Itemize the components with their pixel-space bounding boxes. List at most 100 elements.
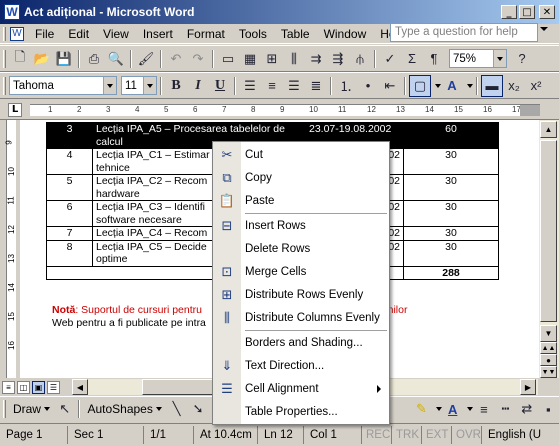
scroll-right-icon[interactable]: ▶ (520, 379, 536, 395)
save-icon[interactable]: 💾 (53, 48, 75, 70)
menu-window[interactable]: Window (317, 27, 374, 41)
select-browse-object-icon[interactable]: ● (540, 354, 557, 366)
insert-rows-icon[interactable]: ⊞ (261, 48, 283, 70)
toolbar-grip[interactable] (3, 49, 6, 68)
new-document-icon[interactable]: 🗋 (9, 48, 31, 70)
cell-total-value[interactable]: 288 (403, 265, 499, 280)
superscript-icon[interactable]: x² (525, 75, 547, 97)
font-size-select[interactable]: 11 (121, 76, 157, 95)
menu-item-cell-alignment[interactable]: ☰ Cell Alignment (213, 378, 389, 400)
format-painter-icon[interactable]: 🖌 (135, 48, 157, 70)
status-ovr[interactable]: OVR (452, 426, 482, 444)
next-page-icon[interactable]: ▼▼ (540, 366, 557, 378)
menu-file[interactable]: File (28, 27, 61, 41)
menu-item-insert-rows[interactable]: ⊟ Insert Rows (213, 215, 389, 237)
menu-grip[interactable] (3, 26, 6, 41)
menu-item-distribute-columns[interactable]: ⫼ Distribute Columns Evenly (213, 307, 389, 329)
arrow-icon[interactable]: ➘ (187, 398, 208, 420)
cell-hours[interactable]: 30 (403, 239, 499, 267)
italic-button[interactable]: I (187, 75, 209, 97)
help-dropdown-icon[interactable] (540, 27, 548, 31)
print-preview-icon[interactable]: 🔍 (105, 48, 127, 70)
select-objects-icon[interactable]: ↖ (54, 398, 75, 420)
font-dropdown-icon[interactable] (103, 77, 116, 94)
subscript-icon[interactable]: x₂ (503, 75, 525, 97)
font-color-draw-icon[interactable]: A (442, 398, 463, 420)
zoom-select[interactable]: 75% (449, 49, 507, 68)
justify-icon[interactable]: ≣ (305, 75, 327, 97)
decrease-indent-icon[interactable]: ⇤ (379, 75, 401, 97)
help-icon[interactable]: ? (511, 48, 533, 70)
maximize-button[interactable]: □ (519, 5, 535, 19)
cell-hours[interactable]: 60 (403, 122, 499, 149)
cell-hours[interactable]: 30 (403, 226, 499, 241)
underline-button[interactable]: U (209, 75, 231, 97)
tab-selector-icon[interactable]: L (8, 103, 22, 117)
bullets-icon[interactable]: • (357, 75, 379, 97)
print-layout-icon[interactable]: ▣ (32, 380, 45, 394)
cell-number[interactable]: 6 (46, 200, 93, 227)
print-icon[interactable]: ⎙ (83, 48, 105, 70)
undo-icon[interactable]: ↶ (165, 48, 187, 70)
vertical-scroll-thumb[interactable] (540, 140, 557, 322)
menu-item-table-properties[interactable]: Table Properties... (213, 401, 389, 423)
help-question-box[interactable]: Type a question for help (390, 23, 538, 42)
columns-icon[interactable]: ⫼ (283, 48, 305, 70)
menu-item-merge-cells[interactable]: ⊡ Merge Cells (213, 261, 389, 283)
split-cells-icon[interactable]: ⫛ (349, 48, 371, 70)
menu-item-copy[interactable]: ⧉ Copy (213, 167, 389, 189)
drawing-icon[interactable]: ⇉ (305, 48, 327, 70)
draw-menu-button[interactable]: Draw (9, 402, 54, 416)
line-icon[interactable]: ╲ (166, 398, 187, 420)
line-color-dropdown-icon[interactable] (432, 398, 442, 420)
cell-number[interactable]: 5 (46, 174, 93, 201)
normal-view-icon[interactable]: ≡ (2, 380, 15, 394)
align-left-icon[interactable]: ☰ (239, 75, 261, 97)
cell-hours[interactable]: 30 (403, 200, 499, 227)
word-app-icon[interactable]: W (4, 4, 20, 20)
align-right-icon[interactable]: ☰ (283, 75, 305, 97)
outline-view-icon[interactable]: ☰ (47, 380, 60, 394)
line-style-draw-icon[interactable]: ≡ (473, 398, 494, 420)
arrow-style-icon[interactable]: ⇄ (516, 398, 537, 420)
cell-number[interactable]: 3 (46, 122, 93, 149)
bold-button[interactable]: B (165, 75, 187, 97)
zoom-dropdown-icon[interactable] (493, 50, 506, 67)
document-icon[interactable]: W (10, 26, 24, 41)
menu-format[interactable]: Format (180, 27, 232, 41)
font-color-dropdown-icon[interactable] (463, 75, 473, 97)
scroll-down-icon[interactable]: ▼ (540, 325, 557, 342)
tables-borders-icon[interactable]: ▭ (217, 48, 239, 70)
scroll-left-icon[interactable]: ◀ (72, 379, 88, 395)
menu-item-text-direction[interactable]: ⇓ Text Direction... (213, 355, 389, 377)
menu-item-cut[interactable]: ✂ Cut (213, 144, 389, 166)
redo-icon[interactable]: ↷ (187, 48, 209, 70)
show-hide-icon[interactable]: ¶ (423, 48, 445, 70)
menu-item-borders-shading[interactable]: Borders and Shading... (213, 332, 389, 354)
menu-item-delete-rows[interactable]: Delete Rows (213, 238, 389, 260)
status-rec[interactable]: REC (362, 426, 392, 444)
dash-style-icon[interactable]: ┅ (495, 398, 516, 420)
align-center-icon[interactable]: ≡ (261, 75, 283, 97)
border-icon[interactable]: ▢ (409, 74, 431, 97)
font-size-dropdown-icon[interactable] (143, 77, 156, 94)
font-color-draw-dropdown-icon[interactable] (463, 398, 473, 420)
menu-view[interactable]: View (96, 27, 136, 41)
spelling-icon[interactable]: ✓ (379, 48, 401, 70)
cell-number[interactable]: 7 (46, 226, 93, 241)
menu-item-distribute-rows[interactable]: ⊞ Distribute Rows Evenly (213, 284, 389, 306)
insert-table-icon[interactable]: ▦ (239, 48, 261, 70)
ruler-scale[interactable]: 1 2 3 4 5 6 7 8 9 10 11 12 13 14 15 16 17 (30, 104, 540, 116)
menu-edit[interactable]: Edit (61, 27, 96, 41)
toolbar-grip[interactable] (3, 76, 6, 95)
scroll-up-icon[interactable]: ▲ (540, 121, 557, 138)
border-dropdown-icon[interactable] (431, 75, 441, 97)
numbering-icon[interactable]: ⒈ (335, 75, 357, 97)
status-trk[interactable]: TRK (392, 426, 422, 444)
shadow-icon[interactable]: ▪ (538, 398, 559, 420)
cell-hours[interactable]: 30 (403, 174, 499, 201)
menu-table[interactable]: Table (274, 27, 317, 41)
autosum-icon[interactable]: Σ (401, 48, 423, 70)
cell-hours[interactable]: 30 (403, 148, 499, 175)
menu-item-paste[interactable]: 📋 Paste (213, 190, 389, 212)
